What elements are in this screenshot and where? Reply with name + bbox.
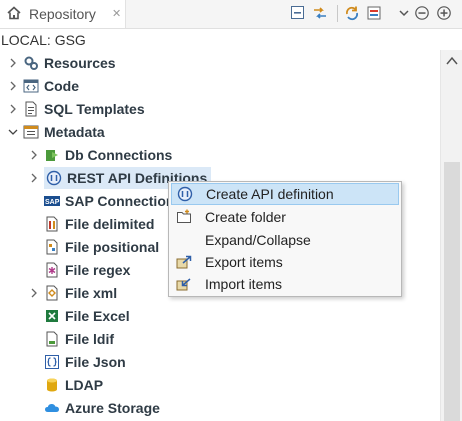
- tree-item-file-ldif[interactable]: File ldif: [44, 328, 114, 350]
- filter-icon[interactable]: [366, 5, 382, 21]
- file-positional-icon: [46, 239, 58, 255]
- file-ldif-icon: [46, 331, 58, 347]
- tree-item-code[interactable]: Code: [8, 75, 79, 97]
- repository-location: LOCAL: GSG: [1, 32, 86, 48]
- menu-item-label: Create folder: [205, 209, 286, 225]
- menu-item-expand-collapse[interactable]: Expand/Collapse: [171, 229, 399, 251]
- tree-item-label: File Json: [65, 354, 126, 370]
- tree-item-file-delimited[interactable]: File delimited: [44, 213, 154, 235]
- view-menu-icon[interactable]: [396, 5, 412, 21]
- chevron-right-icon[interactable]: [29, 288, 39, 298]
- file-xml-icon: [46, 285, 58, 301]
- menu-item-label: Export items: [205, 254, 283, 270]
- tree-item-label: SAP Connections: [65, 193, 183, 209]
- tree-item-file-xml[interactable]: File xml: [29, 282, 117, 304]
- link-with-editor-icon[interactable]: [312, 5, 328, 21]
- tree-item-sql-templates[interactable]: SQL Templates: [8, 98, 145, 120]
- tree-item-label: Metadata: [44, 124, 105, 140]
- tree-item-label: LDAP: [65, 377, 104, 393]
- resources-icon: [24, 56, 38, 70]
- tree-item-label: Azure Storage: [65, 400, 160, 416]
- scroll-up-icon[interactable]: [446, 56, 458, 66]
- tree-item-label: File delimited: [65, 216, 155, 232]
- vertical-scrollbar[interactable]: [440, 50, 462, 421]
- tree-item-file-positional[interactable]: File positional: [44, 236, 159, 258]
- sap-icon: SAP: [44, 196, 60, 206]
- tree-item-label: Resources: [44, 55, 116, 71]
- maximize-icon[interactable]: [436, 5, 452, 21]
- chevron-right-icon[interactable]: [8, 58, 18, 68]
- minimize-icon[interactable]: [414, 5, 430, 21]
- close-tab-icon[interactable]: ✕: [112, 7, 121, 20]
- chevron-down-icon[interactable]: [8, 127, 18, 137]
- tree-item-ldap[interactable]: LDAP: [44, 374, 103, 396]
- code-icon: [23, 79, 39, 93]
- tree-item-sap-connections[interactable]: SAP SAP Connections: [44, 190, 182, 212]
- tree-item-label: File Excel: [65, 308, 130, 324]
- menu-item-label: Expand/Collapse: [205, 232, 311, 248]
- menu-item-label: Import items: [205, 276, 283, 292]
- collapse-all-icon[interactable]: [290, 5, 306, 21]
- menu-item-import-items[interactable]: Import items: [171, 273, 399, 295]
- tree-item-label: SQL Templates: [44, 101, 145, 117]
- menu-item-label: Create API definition: [206, 186, 334, 202]
- context-menu: Create API definition Create folder Expa…: [168, 181, 402, 297]
- ldap-icon: [47, 378, 57, 392]
- svg-text:SAP: SAP: [45, 199, 60, 206]
- metadata-icon: [23, 125, 39, 139]
- refresh-icon[interactable]: [344, 5, 360, 21]
- file-regex-icon: [46, 262, 58, 278]
- tree-item-azure-storage[interactable]: Azure Storage: [44, 397, 160, 419]
- db-connections-icon: [46, 150, 58, 161]
- home-icon: [7, 6, 21, 20]
- tree-item-label: File regex: [65, 262, 131, 278]
- tree-item-file-excel[interactable]: File Excel: [44, 305, 130, 327]
- export-icon: [176, 255, 192, 269]
- tree-item-file-regex[interactable]: File regex: [44, 259, 130, 281]
- chevron-right-icon[interactable]: [8, 81, 18, 91]
- rest-api-icon: [46, 170, 62, 186]
- file-json-icon: [45, 355, 59, 369]
- menu-item-create-folder[interactable]: Create folder: [171, 206, 399, 228]
- tree-item-db-connections[interactable]: Db Connections: [29, 144, 172, 166]
- chevron-right-icon[interactable]: [29, 173, 39, 183]
- tree-item-label: File xml: [65, 285, 118, 301]
- menu-item-create-api-definition[interactable]: Create API definition: [171, 183, 399, 205]
- tree-item-file-json[interactable]: File Json: [44, 351, 126, 373]
- view-titlebar: Repository ✕: [0, 0, 462, 29]
- tree-item-label: Code: [44, 78, 79, 94]
- tree-item-label: File positional: [65, 239, 160, 255]
- scrollbar-thumb[interactable]: [444, 162, 460, 421]
- tree-item-metadata[interactable]: Metadata: [8, 121, 105, 143]
- menu-item-export-items[interactable]: Export items: [171, 251, 399, 273]
- file-excel-icon: [46, 310, 58, 322]
- tree-item-resources[interactable]: Resources: [8, 52, 116, 74]
- sql-templates-icon: [25, 101, 37, 117]
- import-icon: [176, 278, 191, 291]
- toolbar-separator: [337, 5, 338, 22]
- api-definition-icon: [177, 186, 193, 202]
- tree-item-label: File ldif: [65, 331, 114, 347]
- file-delimited-icon: [46, 216, 58, 232]
- chevron-right-icon[interactable]: [29, 150, 39, 160]
- repository-tab[interactable]: Repository ✕: [0, 0, 126, 28]
- azure-storage-icon: [45, 404, 59, 412]
- folder-icon: [177, 209, 191, 223]
- chevron-right-icon[interactable]: [8, 104, 18, 114]
- tab-title: Repository: [29, 6, 96, 22]
- tree-item-label: Db Connections: [65, 147, 173, 163]
